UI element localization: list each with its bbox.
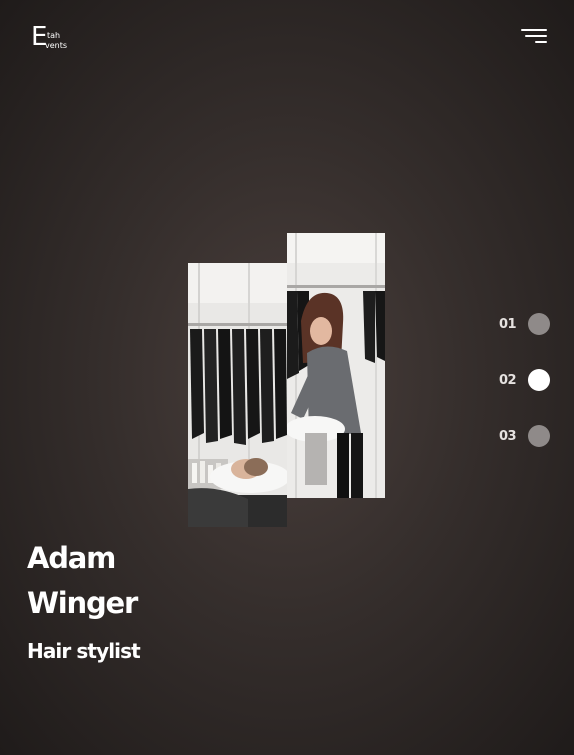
slide-number: 02 [499,373,517,388]
slide-number: 03 [499,429,517,444]
slide-pager-item[interactable]: 01 [496,311,556,339]
slide-dot-icon [528,313,550,335]
slide-number: 01 [499,317,517,332]
slide-pager-item[interactable]: 03 [496,423,556,451]
person-last-name: Winger [27,586,138,620]
logo[interactable]: E tah vents [31,24,75,52]
person-role: Hair stylist [27,639,141,663]
slide-pager-item-active[interactable]: 02 [496,367,556,395]
hair-stylist-photo [287,233,385,498]
slide-dot-icon [528,425,550,447]
person-name: Adam Winger [27,536,247,626]
salon-hair-wash-photo [188,263,287,527]
person-first-name: Adam [27,541,116,575]
logo-text-line1: tah [47,31,61,40]
hamburger-menu-icon[interactable] [519,29,547,47]
menu-line [535,41,547,43]
logo-text-line2: vents [45,41,68,50]
menu-line [521,29,547,31]
menu-line [525,35,547,37]
slide-dot-icon [528,369,550,391]
